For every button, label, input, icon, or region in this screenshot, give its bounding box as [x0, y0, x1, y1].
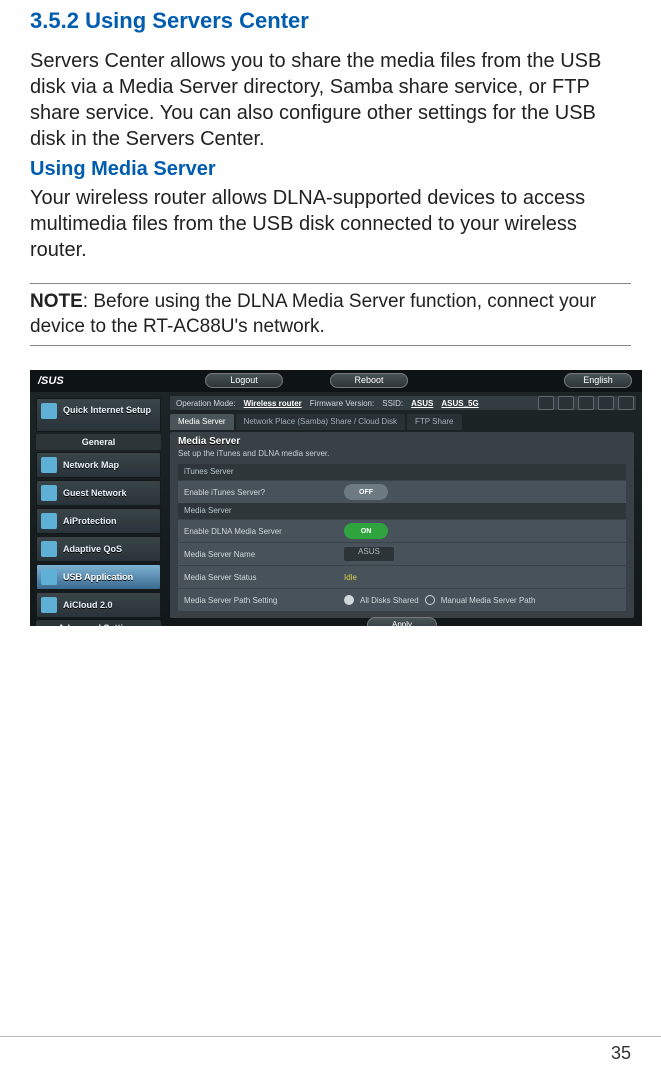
- section-intro: Servers Center allows you to share the m…: [30, 48, 631, 152]
- subheading: Using Media Server: [30, 158, 631, 181]
- guest-icon: [41, 485, 57, 501]
- itunes-enable-label: Enable iTunes Server?: [178, 488, 344, 497]
- radio-manual-path-label: Manual Media Server Path: [441, 596, 536, 605]
- ssid-1[interactable]: ASUS: [411, 399, 433, 408]
- mode-value[interactable]: Wireless router: [244, 399, 302, 408]
- status-icon[interactable]: [598, 396, 614, 410]
- status-icon[interactable]: [618, 396, 634, 410]
- radio-all-disks[interactable]: [344, 595, 354, 605]
- tab-ftp-share[interactable]: FTP Share: [407, 414, 462, 430]
- tab-row: Media Server Network Place (Samba) Share…: [170, 414, 462, 430]
- panel-title: Media Server: [178, 436, 626, 447]
- brand-logo: /SUS: [38, 375, 64, 387]
- media-header: Media Server: [178, 503, 626, 519]
- apply-button[interactable]: Apply: [367, 617, 437, 626]
- tab-media-server[interactable]: Media Server: [170, 414, 234, 430]
- note-block: NOTE: Before using the DLNA Media Server…: [30, 286, 631, 346]
- sub-intro: Your wireless router allows DLNA-support…: [30, 185, 631, 263]
- sidebar-item-network-map[interactable]: Network Map: [36, 452, 161, 478]
- section-number: 3.5.2: [30, 8, 79, 33]
- sidebar-label: Quick Internet Setup: [63, 405, 151, 415]
- dlna-enable-label: Enable DLNA Media Server: [178, 527, 344, 536]
- sidebar-label: USB Application: [63, 572, 133, 582]
- status-icon-row: [538, 396, 634, 410]
- page-number: 35: [611, 1043, 631, 1063]
- sidebar-item-adaptive-qos[interactable]: Adaptive QoS: [36, 536, 161, 562]
- status-icon[interactable]: [578, 396, 594, 410]
- reboot-button[interactable]: Reboot: [330, 373, 408, 388]
- cloud-icon: [41, 597, 57, 613]
- sidebar-label: AiCloud 2.0: [63, 600, 113, 610]
- section-heading: 3.5.2 Using Servers Center: [30, 0, 631, 34]
- map-icon: [41, 457, 57, 473]
- section-title-text: Using Servers Center: [85, 8, 309, 33]
- radio-manual-path[interactable]: [425, 595, 435, 605]
- logout-button[interactable]: Logout: [205, 373, 283, 388]
- note-text: : Before using the DLNA Media Server fun…: [30, 291, 596, 337]
- sidebar-label: AiProtection: [63, 516, 117, 526]
- sidebar-quick-setup[interactable]: Quick Internet Setup: [36, 398, 161, 432]
- divider: [30, 283, 631, 284]
- server-status-label: Media Server Status: [178, 573, 344, 582]
- radio-all-disks-label: All Disks Shared: [360, 596, 419, 605]
- row-path-setting: Media Server Path Setting All Disks Shar…: [178, 588, 626, 611]
- dlna-toggle[interactable]: ON: [344, 523, 388, 539]
- router-admin-screenshot: /SUS Logout Reboot English Operation Mod…: [30, 370, 642, 626]
- server-name-input[interactable]: ASUS: [344, 547, 394, 561]
- usb-icon: [41, 569, 57, 585]
- fw-label: Firmware Version:: [310, 399, 374, 408]
- path-setting-label: Media Server Path Setting: [178, 596, 344, 605]
- sidebar-item-guest-network[interactable]: Guest Network: [36, 480, 161, 506]
- itunes-header: iTunes Server: [178, 464, 626, 480]
- sidebar-item-aiprotection[interactable]: AiProtection: [36, 508, 161, 534]
- sidebar-label: Network Map: [63, 460, 119, 470]
- row-dlna-enable: Enable DLNA Media Server ON: [178, 519, 626, 542]
- status-icon[interactable]: [538, 396, 554, 410]
- sidebar-label: Adaptive QoS: [63, 544, 122, 554]
- settings-panel: Media Server Set up the iTunes and DLNA …: [170, 432, 634, 618]
- sidebar: Quick Internet Setup General Network Map…: [36, 398, 161, 626]
- itunes-toggle[interactable]: OFF: [344, 484, 388, 500]
- row-itunes-enable: Enable iTunes Server? OFF: [178, 480, 626, 503]
- mode-label: Operation Mode:: [176, 399, 236, 408]
- ssid-label: SSID:: [382, 399, 403, 408]
- sidebar-item-aicloud[interactable]: AiCloud 2.0: [36, 592, 161, 618]
- sidebar-section-general: General: [36, 434, 161, 450]
- sidebar-label: Guest Network: [63, 488, 127, 498]
- qos-icon: [41, 541, 57, 557]
- row-server-status: Media Server Status Idle: [178, 565, 626, 588]
- ssid-2[interactable]: ASUS_5G: [441, 399, 478, 408]
- page-footer: 35: [0, 1036, 661, 1064]
- language-button[interactable]: English: [564, 373, 632, 388]
- shield-icon: [41, 513, 57, 529]
- row-server-name: Media Server Name ASUS: [178, 542, 626, 565]
- status-icon[interactable]: [558, 396, 574, 410]
- server-name-label: Media Server Name: [178, 550, 344, 559]
- server-status-value: Idle: [344, 573, 357, 582]
- sidebar-section-advanced: Advanced Settings: [36, 620, 161, 626]
- note-label: NOTE: [30, 291, 83, 312]
- wizard-icon: [41, 403, 57, 419]
- tab-samba-share[interactable]: Network Place (Samba) Share / Cloud Disk: [236, 414, 405, 430]
- panel-subtitle: Set up the iTunes and DLNA media server.: [178, 449, 626, 458]
- sidebar-item-usb-application[interactable]: USB Application: [36, 564, 161, 590]
